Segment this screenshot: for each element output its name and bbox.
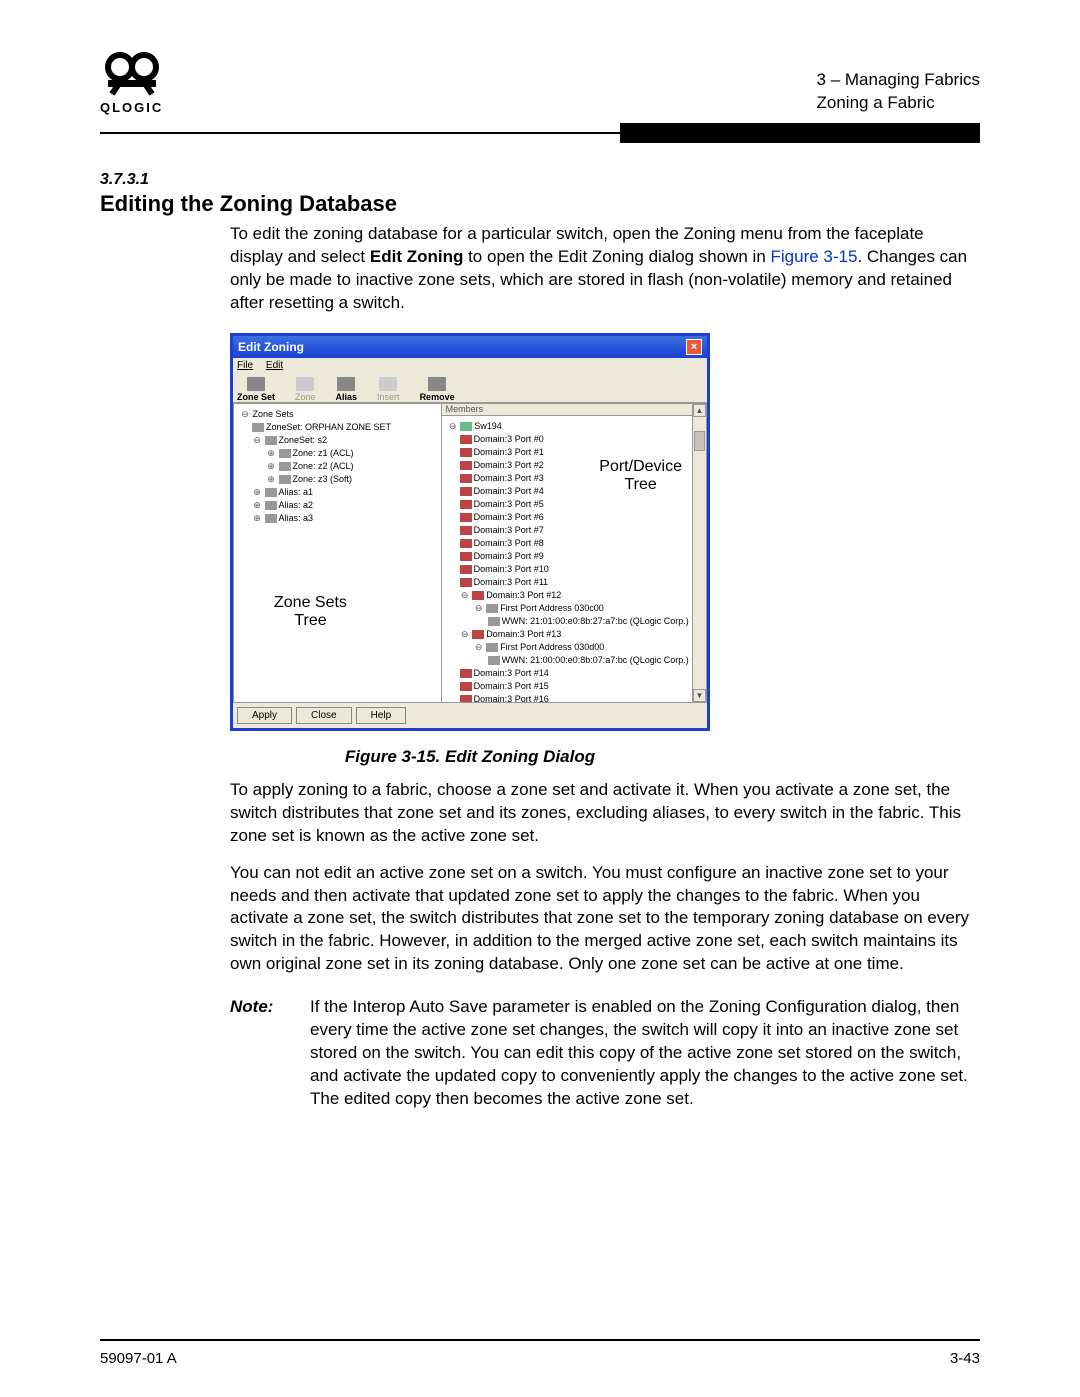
members-header: Members	[442, 404, 692, 416]
logo-text: QLOGIC	[100, 100, 163, 115]
paragraph-2: To apply zoning to a fabric, choose a zo…	[230, 779, 980, 848]
dialog-menubar: File Edit	[233, 358, 707, 373]
dialog-titlebar[interactable]: Edit Zoning ×	[233, 336, 707, 358]
header-breadcrumb: 3 – Managing Fabrics Zoning a Fabric	[817, 69, 980, 115]
note-label: Note:	[230, 996, 310, 1111]
note-block: Note: If the Interop Auto Save parameter…	[230, 996, 980, 1111]
section-title: Editing the Zoning Database	[100, 191, 980, 217]
toolbar-zone: Zone	[295, 377, 316, 402]
figure-edit-zoning-dialog: Edit Zoning × File Edit Zone Set Zone Al…	[230, 333, 710, 731]
footer-rule	[100, 1339, 980, 1341]
footer-doc-id: 59097-01 A	[100, 1350, 177, 1367]
dialog-toolbar: Zone Set Zone Alias Insert Remove	[233, 373, 707, 403]
callout-port-device-tree: Port/Device Tree	[599, 458, 682, 495]
figure-link[interactable]: Figure 3-15	[771, 247, 858, 266]
toolbar-zone-set[interactable]: Zone Set	[237, 377, 275, 402]
port-device-tree-pane[interactable]: Members ⊖ Sw194 Domain:3 Port #0 Domain:…	[442, 404, 706, 702]
page-footer: 59097-01 A 3-43	[100, 1350, 980, 1367]
scroll-down-icon[interactable]: ▼	[693, 689, 706, 702]
help-button[interactable]: Help	[356, 707, 407, 724]
logo: QLOGIC	[100, 50, 163, 115]
apply-button[interactable]: Apply	[237, 707, 292, 724]
scroll-thumb[interactable]	[694, 431, 705, 451]
close-icon[interactable]: ×	[686, 339, 702, 355]
callout-zone-sets-tree: Zone Sets Tree	[274, 594, 347, 631]
note-body: If the Interop Auto Save parameter is en…	[310, 996, 980, 1111]
header-section: Zoning a Fabric	[817, 92, 980, 115]
toolbar-insert: Insert	[377, 377, 400, 402]
scroll-up-icon[interactable]: ▲	[693, 404, 706, 417]
scrollbar[interactable]: ▲ ▼	[692, 404, 706, 702]
toolbar-remove[interactable]: Remove	[420, 377, 455, 402]
zone-sets-tree-pane[interactable]: ⊖ Zone Sets ZoneSet: ORPHAN ZONE SET ⊖ Z…	[234, 404, 442, 702]
footer-page-number: 3-43	[950, 1350, 980, 1367]
menu-file[interactable]: File	[237, 360, 253, 371]
toolbar-alias[interactable]: Alias	[336, 377, 358, 402]
section-number: 3.7.3.1	[100, 171, 980, 189]
paragraph-1: To edit the zoning database for a partic…	[230, 223, 980, 315]
header-rule	[100, 123, 980, 143]
close-button[interactable]: Close	[296, 707, 352, 724]
dialog-title: Edit Zoning	[238, 340, 304, 354]
header-chapter: 3 – Managing Fabrics	[817, 69, 980, 92]
qlogic-logo-icon	[102, 50, 162, 98]
figure-caption: Figure 3-15. Edit Zoning Dialog	[230, 747, 710, 767]
paragraph-3: You can not edit an active zone set on a…	[230, 862, 980, 977]
dialog-button-row: Apply Close Help	[233, 703, 707, 728]
menu-edit[interactable]: Edit	[266, 360, 283, 371]
